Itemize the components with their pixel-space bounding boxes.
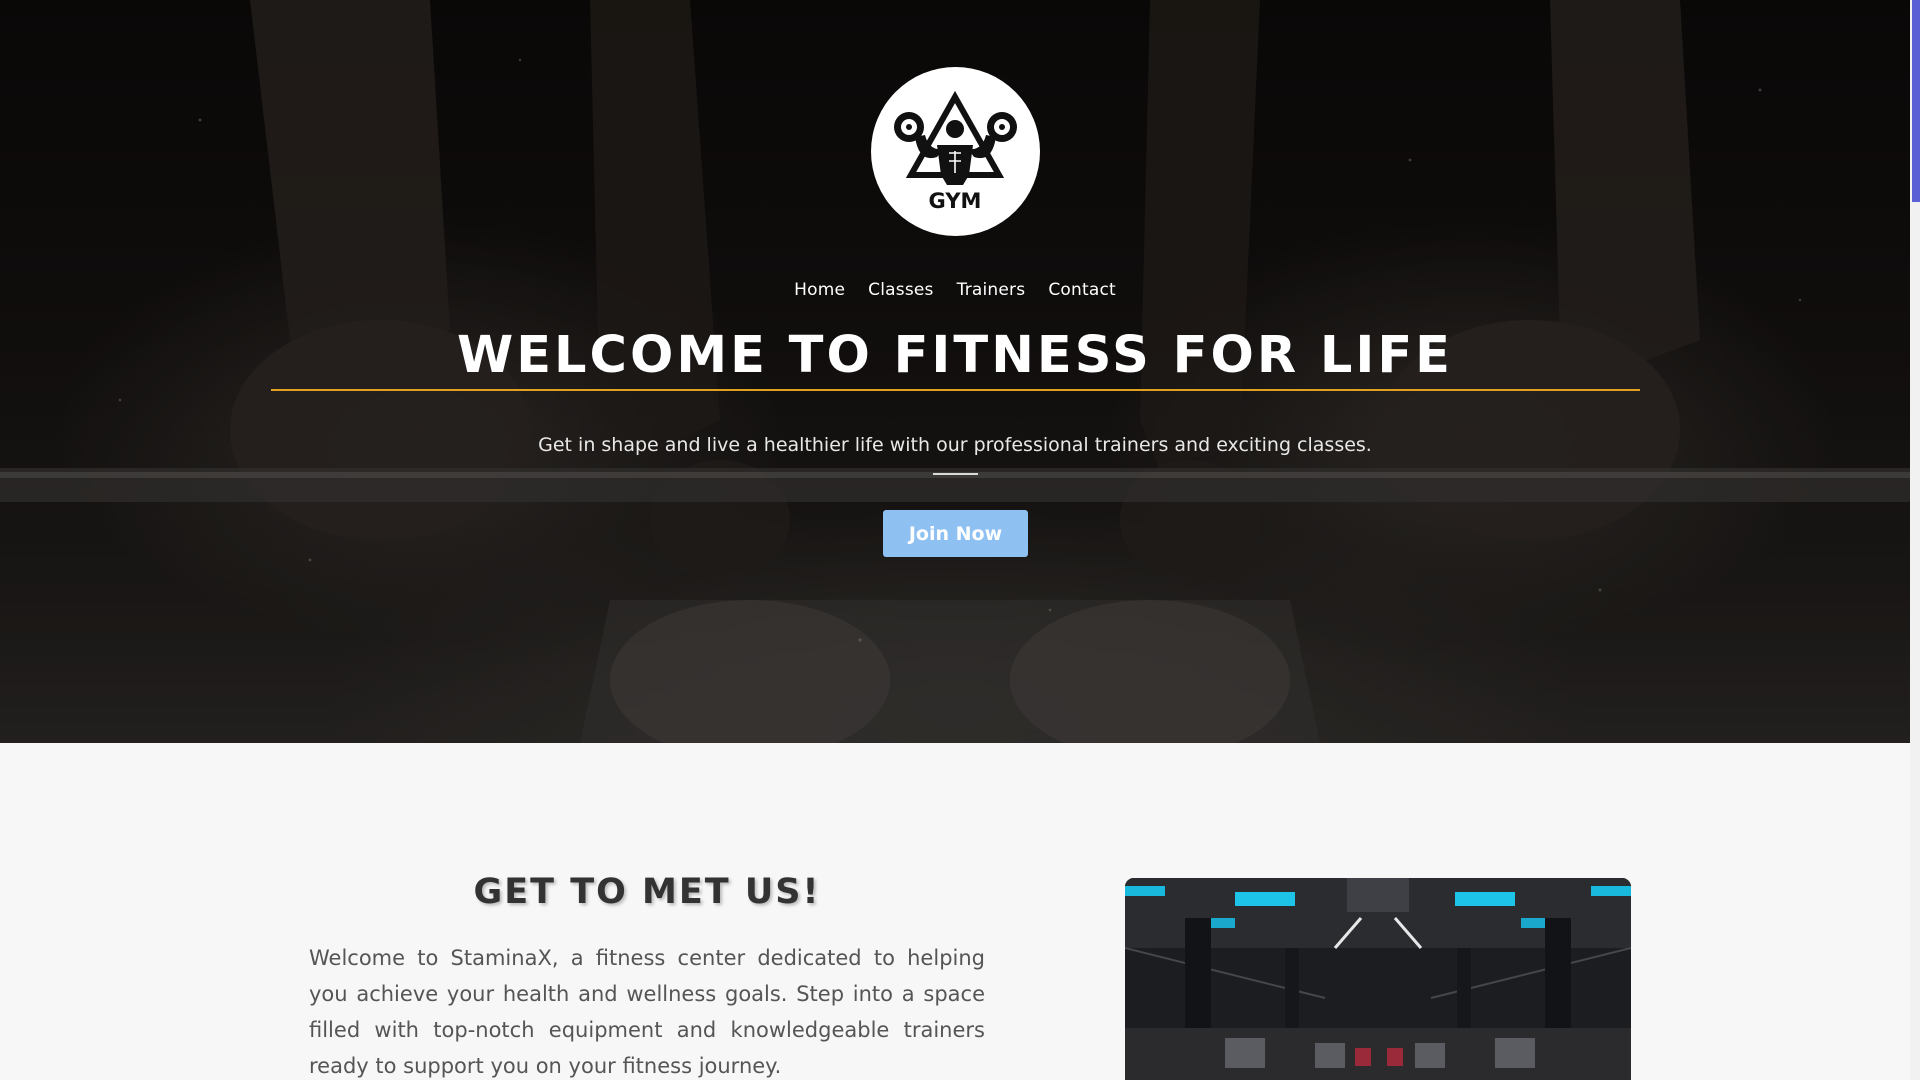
gym-logo-icon: GYM xyxy=(894,90,1017,213)
about-title: GET TO MET US! xyxy=(473,872,821,912)
page: GYM Home Classes Trainers Contact WELCOM… xyxy=(0,0,1920,1080)
nav-classes[interactable]: Classes xyxy=(868,280,933,300)
hero-title: WELCOME TO FITNESS FOR LIFE xyxy=(456,326,1454,385)
scrollbar-thumb[interactable] xyxy=(1912,0,1920,202)
logo-text: GYM xyxy=(929,189,982,213)
join-now-button[interactable]: Join Now xyxy=(883,510,1028,557)
about-text: Welcome to StaminaX, a fitness center de… xyxy=(309,946,985,1078)
hero-section: GYM Home Classes Trainers Contact WELCOM… xyxy=(0,0,1910,743)
nav-trainers[interactable]: Trainers xyxy=(957,280,1026,300)
hero-subtitle: Get in shape and live a healthier life w… xyxy=(538,434,1372,456)
nav-home[interactable]: Home xyxy=(794,280,845,300)
subtitle-divider xyxy=(933,473,978,475)
title-underline xyxy=(271,389,1640,391)
gym-interior-image xyxy=(1125,878,1631,1080)
gym-logo[interactable]: GYM xyxy=(871,67,1040,236)
gym-interior-illustration xyxy=(1125,878,1631,1080)
main-nav: Home Classes Trainers Contact xyxy=(0,280,1910,300)
nav-contact[interactable]: Contact xyxy=(1048,280,1116,300)
